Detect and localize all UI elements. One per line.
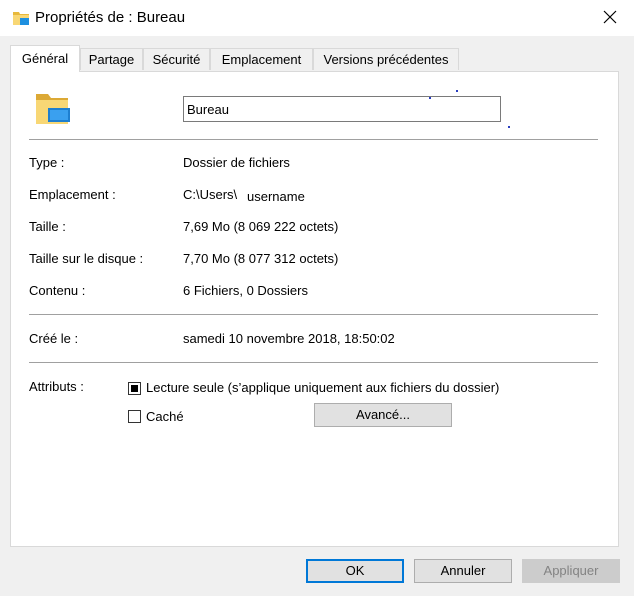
general-panel: Type : Dossier de fichiers Emplacement :…: [10, 71, 619, 547]
close-icon: [603, 10, 617, 24]
separator: [29, 314, 598, 315]
window-title: Propriétés de : Bureau: [35, 9, 186, 26]
tab-security[interactable]: Sécurité: [143, 48, 210, 70]
readonly-checkbox[interactable]: [128, 382, 141, 395]
tab-previous-versions[interactable]: Versions précédentes: [313, 48, 459, 70]
stray-dot: [429, 97, 431, 99]
disk-size-label: Taille sur le disque :: [29, 251, 144, 266]
location-label: Emplacement :: [29, 187, 116, 202]
created-value: samedi 10 novembre 2018, 18:50:02: [183, 331, 395, 346]
apply-button[interactable]: Appliquer: [522, 559, 620, 583]
tab-sharing[interactable]: Partage: [80, 48, 143, 70]
hidden-label[interactable]: Caché: [146, 409, 184, 424]
dialog-body: Général Partage Sécurité Emplacement Ver…: [0, 36, 634, 596]
location-value: C:\Users\: [183, 187, 238, 202]
readonly-label[interactable]: Lecture seule (s’applique uniquement aux…: [146, 380, 499, 395]
size-label: Taille :: [29, 219, 66, 234]
attributes-label: Attributs :: [29, 379, 84, 394]
title-bar: Propriétés de : Bureau: [0, 0, 634, 36]
stray-dot: [508, 126, 510, 128]
stray-dot: [456, 90, 458, 92]
ok-button[interactable]: OK: [306, 559, 404, 583]
contents-label: Contenu :: [29, 283, 86, 298]
folder-name-input[interactable]: [183, 96, 501, 122]
tab-location[interactable]: Emplacement: [210, 48, 313, 70]
disk-size-value: 7,70 Mo (8 077 312 octets): [183, 251, 339, 266]
advanced-button[interactable]: Avancé...: [314, 403, 452, 427]
folder-icon: [13, 12, 29, 25]
type-value: Dossier de fichiers: [183, 155, 290, 170]
location-user: username: [247, 189, 305, 204]
tab-general[interactable]: Général: [10, 45, 80, 72]
hidden-checkbox[interactable]: [128, 410, 141, 423]
created-label: Créé le :: [29, 331, 79, 346]
separator: [29, 362, 598, 363]
cancel-button[interactable]: Annuler: [414, 559, 512, 583]
separator: [29, 139, 598, 140]
type-label: Type :: [29, 155, 65, 170]
folder-desktop-icon: [36, 94, 70, 124]
close-button[interactable]: [588, 0, 632, 34]
size-value: 7,69 Mo (8 069 222 octets): [183, 219, 339, 234]
contents-value: 6 Fichiers, 0 Dossiers: [183, 283, 308, 298]
